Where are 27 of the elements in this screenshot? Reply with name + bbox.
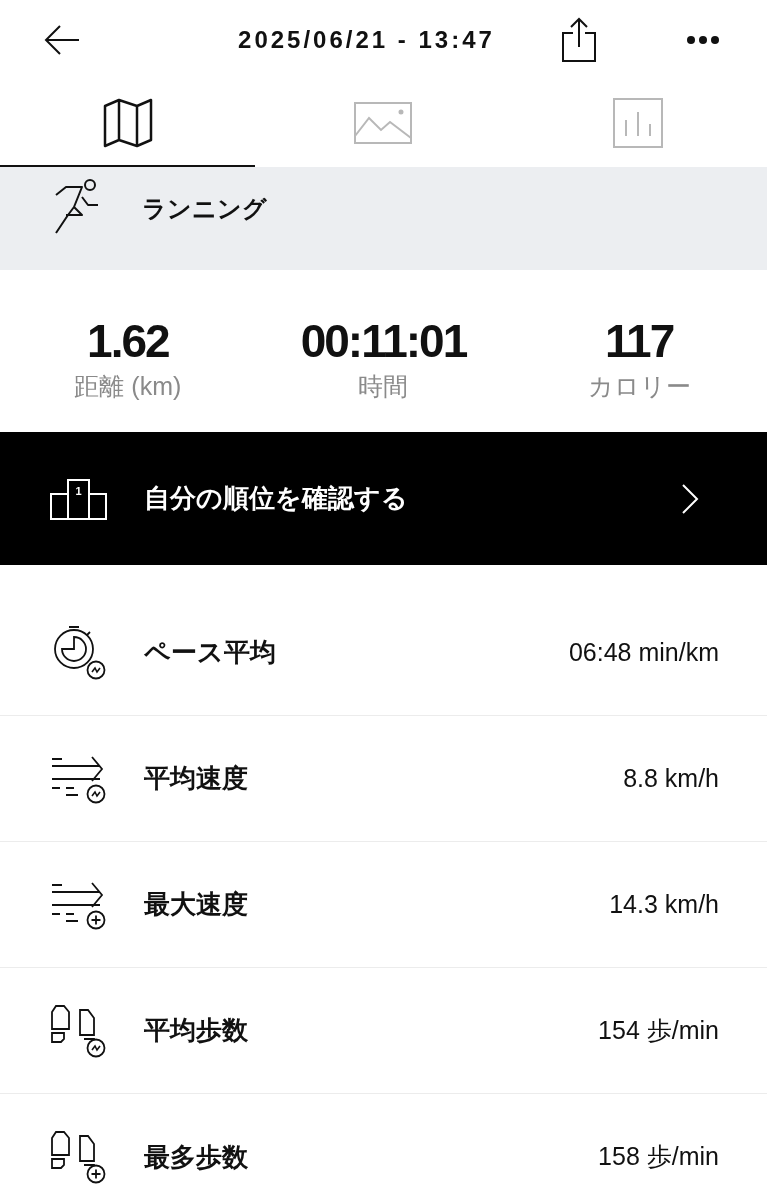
stat-label: 距離 (km) (74, 371, 182, 402)
metric-value: 8.8 km/h (623, 762, 719, 794)
bar-chart-icon (612, 97, 663, 148)
stat-value: 1.62 (87, 314, 169, 369)
stat-value: 00:11:01 (300, 314, 467, 369)
image-icon (353, 101, 412, 144)
date-time-title: 2025/06/21 - 13:47 (238, 25, 495, 55)
stat-value: 117 (605, 314, 674, 369)
metric-label: 平均歩数 (144, 1014, 248, 1047)
map-icon (101, 97, 154, 148)
metric-label: 平均速度 (144, 762, 248, 795)
share-icon (560, 17, 597, 63)
activity-name: ランニング (142, 194, 267, 224)
metric-value: 154 歩/min (598, 1014, 719, 1046)
metric-value: 06:48 min/km (568, 636, 719, 668)
stat-label: カロリー (587, 371, 691, 402)
chevron-right-icon (681, 482, 699, 515)
metric-label: 最大速度 (144, 888, 248, 921)
stat-label: 時間 (358, 371, 409, 402)
more-icon (685, 35, 720, 45)
metric-value: 158 歩/min (598, 1141, 719, 1173)
metric-label: 最多歩数 (144, 1140, 248, 1174)
metric-value: 14.3 km/h (609, 888, 719, 920)
metric-label: ペース平均 (144, 636, 276, 669)
podium-icon: 1 (50, 477, 108, 520)
back-arrow-icon (44, 25, 80, 55)
ranking-banner[interactable]: 1 自分の順位を確認する (0, 432, 767, 565)
